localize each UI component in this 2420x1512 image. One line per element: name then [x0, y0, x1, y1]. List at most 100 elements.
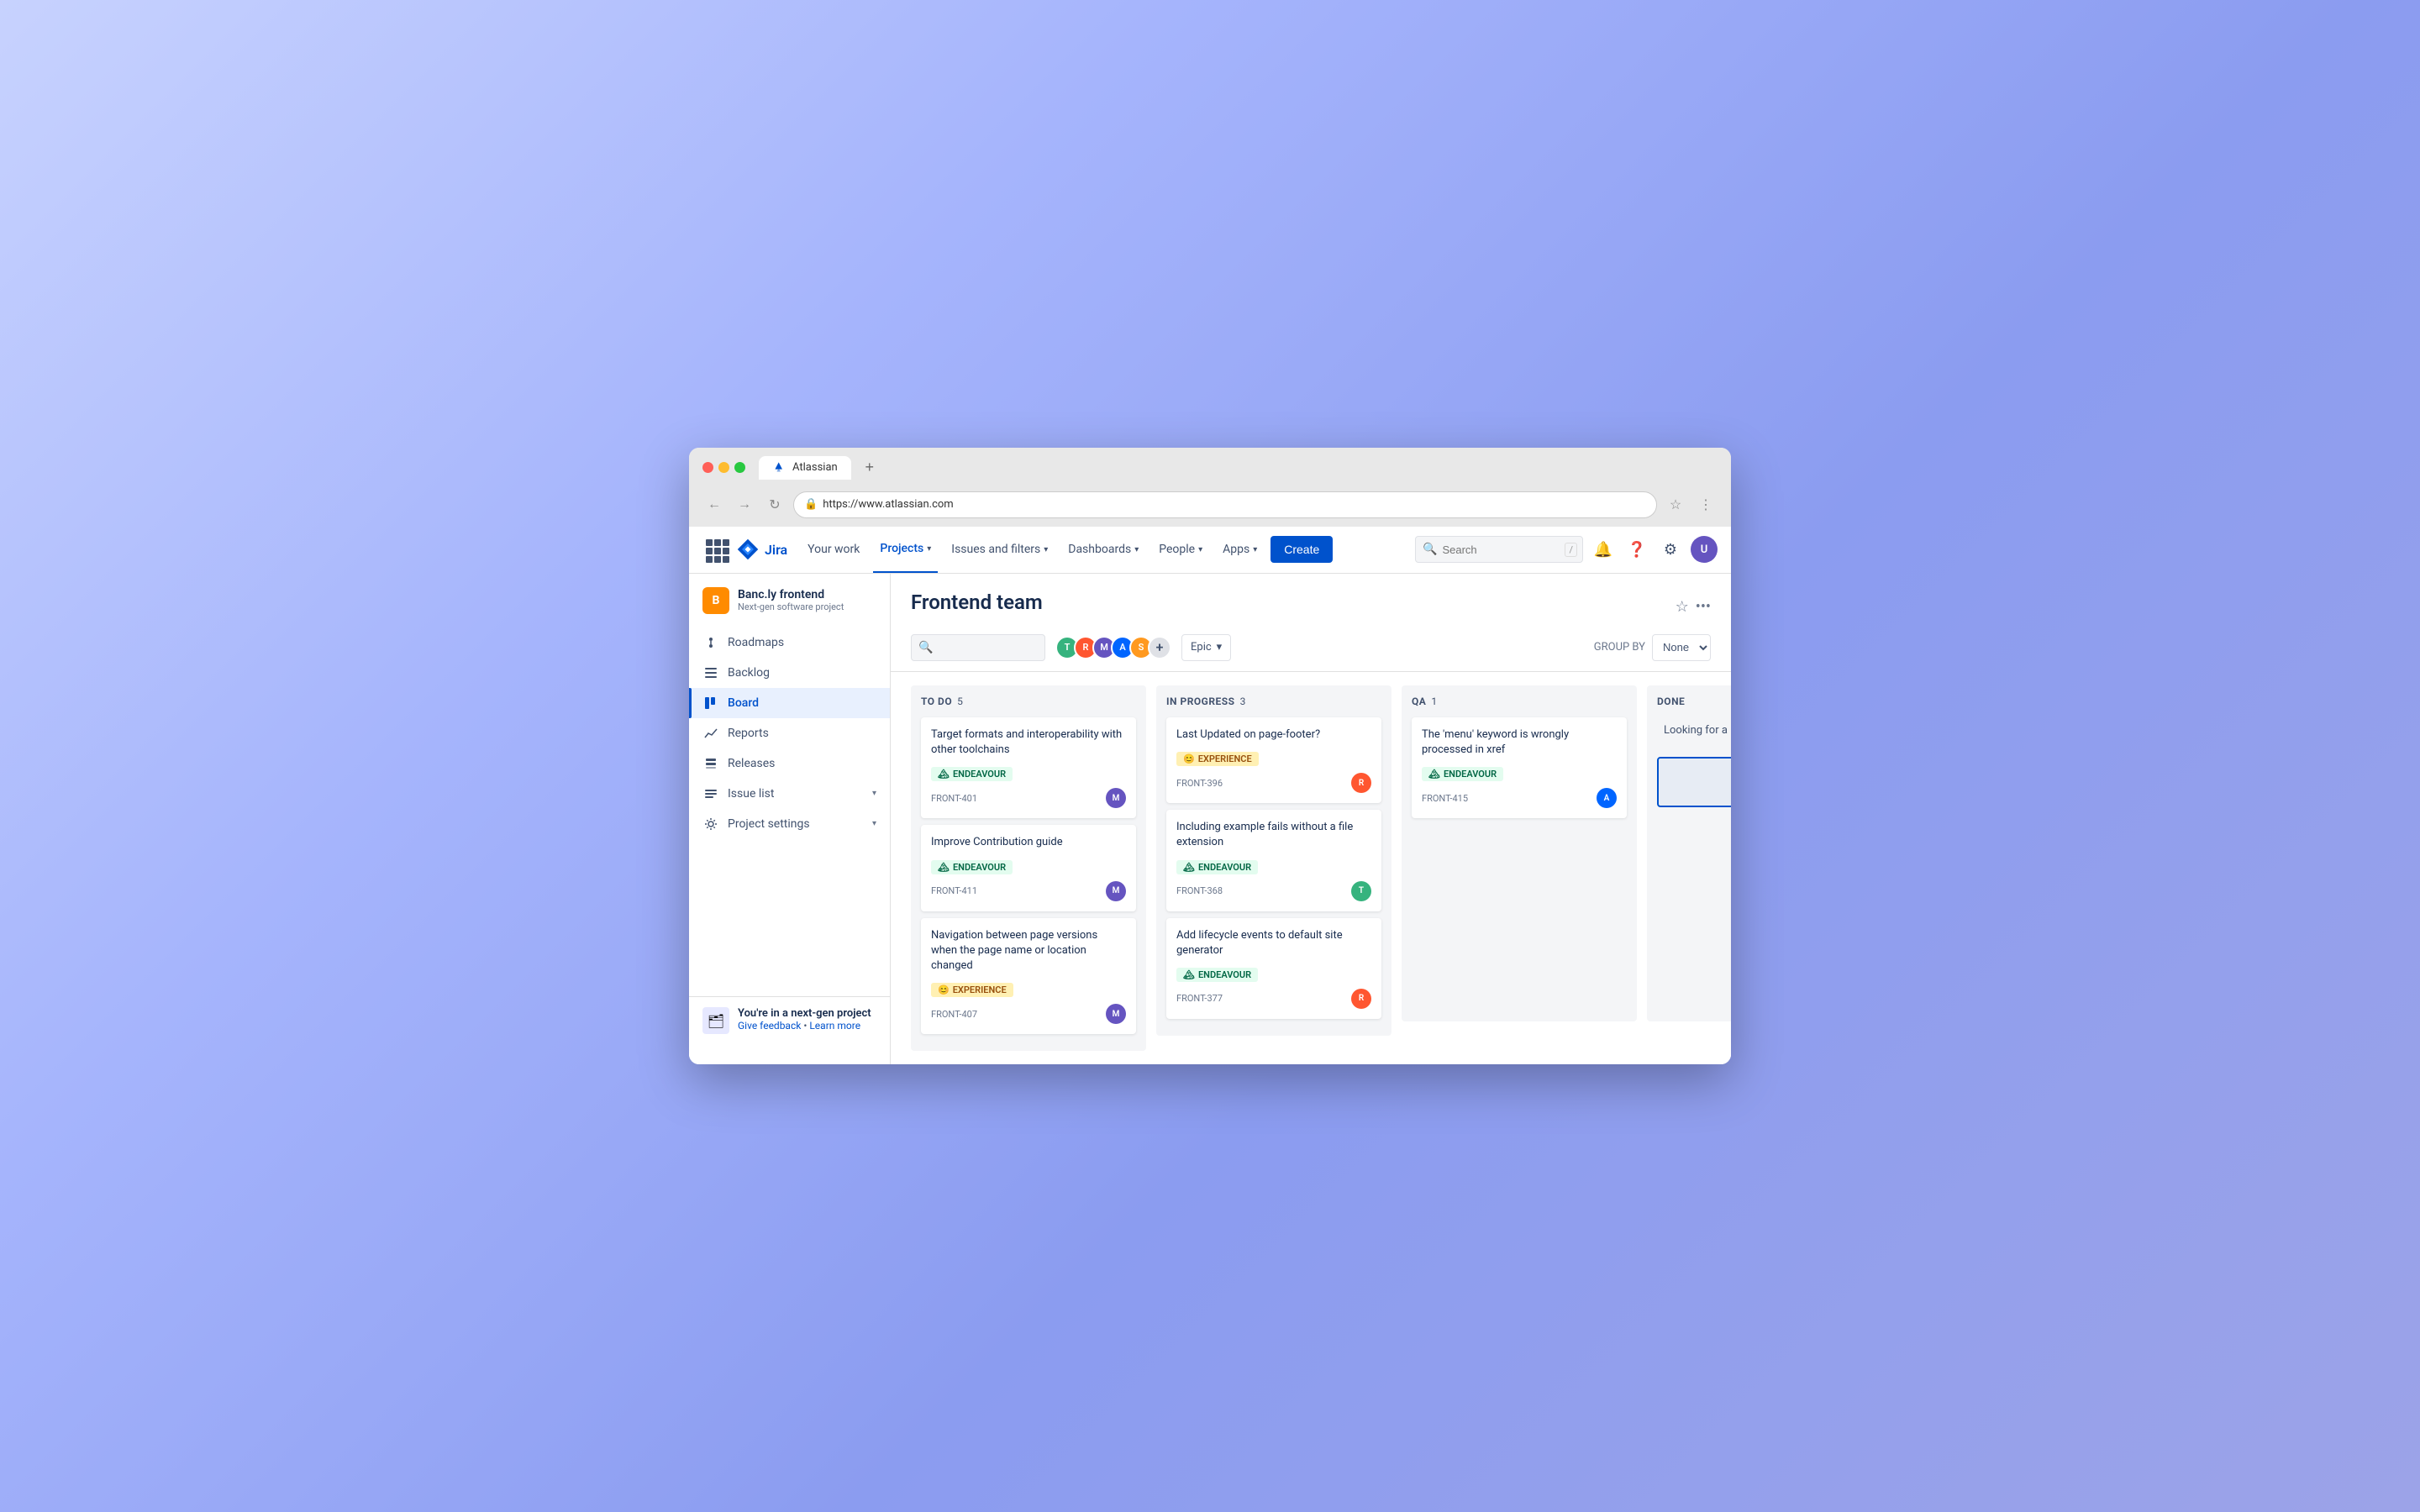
search-input[interactable]: [1442, 543, 1560, 556]
card-415-footer: FRONT-415 A: [1422, 788, 1617, 808]
close-button[interactable]: [702, 462, 713, 473]
board-star-button[interactable]: ☆: [1676, 598, 1689, 616]
projects-nav[interactable]: Projects ▾: [873, 526, 938, 573]
column-todo-count: 5: [957, 696, 963, 707]
help-button[interactable]: ❓: [1623, 536, 1650, 563]
column-done: DONE Looking for a: [1647, 685, 1731, 1021]
sidebar-item-project-settings[interactable]: Project settings ▾: [689, 809, 890, 839]
card-411-assignee[interactable]: M: [1106, 881, 1126, 901]
column-inprogress-title: IN PROGRESS: [1166, 696, 1235, 707]
dashboards-chevron: ▾: [1134, 545, 1139, 554]
card-front-368[interactable]: Including example fails without a file e…: [1166, 810, 1381, 911]
sidebar-label-backlog: Backlog: [728, 666, 770, 680]
learn-more-link[interactable]: Learn more: [809, 1020, 860, 1032]
app-switcher-button[interactable]: [702, 536, 729, 563]
column-inprogress-count: 3: [1240, 696, 1246, 707]
card-front-407[interactable]: Navigation between page versions when th…: [921, 918, 1136, 1035]
browser-tab[interactable]: Atlassian: [759, 456, 851, 480]
user-avatar[interactable]: U: [1691, 536, 1718, 563]
address-input[interactable]: 🔒 https://www.atlassian.com: [793, 491, 1657, 518]
refresh-button[interactable]: ↻: [763, 493, 786, 517]
card-415-epic[interactable]: 🏔 ENDEAVOUR: [1422, 767, 1503, 781]
sidebar-label-issue-list: Issue list: [728, 787, 775, 801]
issues-filters-nav[interactable]: Issues and filters ▾: [944, 526, 1055, 573]
card-415-assignee[interactable]: A: [1597, 788, 1617, 808]
sidebar-item-roadmaps[interactable]: Roadmaps: [689, 627, 890, 658]
card-377-footer: FRONT-377 R: [1176, 989, 1371, 1009]
board-more-button[interactable]: •••: [1696, 598, 1711, 616]
card-411-id: FRONT-411: [931, 885, 977, 896]
card-411-title: Improve Contribution guide: [931, 835, 1126, 850]
sidebar-item-board[interactable]: Board: [689, 688, 890, 718]
create-button[interactable]: Create: [1270, 536, 1333, 563]
top-nav: Jira Your work Projects ▾ Issues and fil…: [689, 527, 1731, 574]
new-tab-button[interactable]: +: [858, 456, 881, 480]
card-407-assignee[interactable]: M: [1106, 1004, 1126, 1024]
card-377-id: FRONT-377: [1176, 993, 1223, 1004]
card-368-epic[interactable]: 🏔 ENDEAVOUR: [1176, 860, 1258, 874]
jira-logo-icon: [736, 538, 760, 561]
card-401-assignee[interactable]: M: [1106, 788, 1126, 808]
epic-filter-button[interactable]: Epic ▾: [1181, 634, 1231, 661]
sidebar-item-reports[interactable]: Reports: [689, 718, 890, 748]
sidebar-footer: 🗂 You're in a next-gen project Give feed…: [689, 996, 890, 1051]
issue-list-icon: [702, 785, 719, 802]
card-front-411[interactable]: Improve Contribution guide 🏔 ENDEAVOUR F…: [921, 825, 1136, 911]
card-401-epic[interactable]: 🏔 ENDEAVOUR: [931, 767, 1013, 781]
jira-logo[interactable]: Jira: [736, 538, 787, 561]
column-inprogress: IN PROGRESS 3 Last Updated on page-foote…: [1156, 685, 1392, 1036]
card-368-assignee[interactable]: T: [1351, 881, 1371, 901]
card-411-epic[interactable]: 🏔 ENDEAVOUR: [931, 860, 1013, 874]
group-by-select[interactable]: None: [1652, 634, 1711, 661]
main-layout: B Banc.ly frontend Next-gen software pro…: [689, 574, 1731, 1064]
add-avatar-button[interactable]: +: [1148, 636, 1171, 659]
endeavour-emoji: 🏔: [1183, 862, 1195, 873]
card-407-epic[interactable]: 😊 EXPERIENCE: [931, 983, 1013, 997]
notifications-button[interactable]: 🔔: [1590, 536, 1617, 563]
endeavour-emoji: 🏔: [938, 862, 950, 873]
dashboards-nav[interactable]: Dashboards ▾: [1061, 526, 1145, 573]
browser-window: Atlassian + ← → ↻ 🔒 https://www.atlassia…: [689, 448, 1731, 1064]
backlog-icon: [702, 664, 719, 681]
minimize-button[interactable]: [718, 462, 729, 473]
settings-button[interactable]: ⚙: [1657, 536, 1684, 563]
feedback-link[interactable]: Give feedback: [738, 1020, 801, 1032]
board-search[interactable]: 🔍: [911, 634, 1045, 661]
search-box[interactable]: 🔍 /: [1415, 536, 1583, 563]
apps-nav[interactable]: Apps ▾: [1216, 526, 1264, 573]
sidebar-item-issue-list[interactable]: Issue list ▾: [689, 779, 890, 809]
card-front-401[interactable]: Target formats and interoperability with…: [921, 717, 1136, 818]
done-partial-text: Looking for a: [1657, 717, 1731, 743]
card-377-assignee[interactable]: R: [1351, 989, 1371, 1009]
atlassian-tab-icon: [772, 461, 786, 475]
forward-button[interactable]: →: [733, 493, 756, 517]
grid-dot: [706, 556, 713, 563]
sidebar-item-backlog[interactable]: Backlog: [689, 658, 890, 688]
card-front-396[interactable]: Last Updated on page-footer? 😊 EXPERIENC…: [1166, 717, 1381, 803]
card-front-415[interactable]: The 'menu' keyword is wrongly processed …: [1412, 717, 1627, 818]
bookmark-button[interactable]: ☆: [1664, 493, 1687, 517]
people-nav[interactable]: People ▾: [1152, 526, 1209, 573]
more-options-button[interactable]: ⋮: [1694, 493, 1718, 517]
column-todo: TO DO 5 Target formats and interoperabil…: [911, 685, 1146, 1051]
card-396-assignee[interactable]: R: [1351, 773, 1371, 793]
card-396-epic[interactable]: 😊 EXPERIENCE: [1176, 752, 1259, 766]
your-work-nav[interactable]: Your work: [801, 526, 866, 573]
sidebar-label-roadmaps: Roadmaps: [728, 636, 784, 649]
sidebar-label-reports: Reports: [728, 727, 769, 740]
lock-icon: 🔒: [804, 498, 818, 511]
sidebar-item-releases[interactable]: Releases: [689, 748, 890, 779]
card-377-epic[interactable]: 🏔 ENDEAVOUR: [1176, 968, 1258, 982]
browser-chrome: Atlassian + ← → ↻ 🔒 https://www.atlassia…: [689, 448, 1731, 527]
column-todo-header: TO DO 5: [921, 696, 1136, 707]
card-front-377[interactable]: Add lifecycle events to default site gen…: [1166, 918, 1381, 1019]
board-search-input[interactable]: [938, 641, 1039, 654]
epic-filter-chevron: ▾: [1217, 641, 1223, 654]
card-396-title: Last Updated on page-footer?: [1176, 727, 1371, 743]
grid-dot: [714, 539, 721, 546]
back-button[interactable]: ←: [702, 493, 726, 517]
maximize-button[interactable]: [734, 462, 745, 473]
project-type: Next-gen software project: [738, 601, 876, 612]
card-415-id: FRONT-415: [1422, 793, 1468, 804]
sidebar-label-project-settings: Project settings: [728, 817, 810, 831]
